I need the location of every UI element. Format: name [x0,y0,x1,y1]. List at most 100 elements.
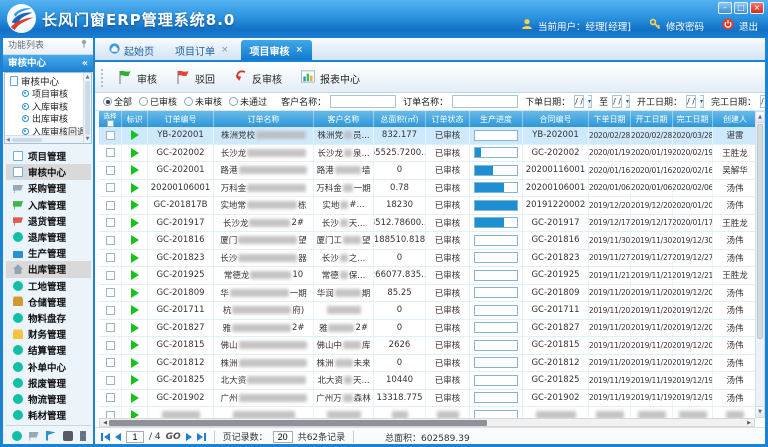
sidebar-item-project-mgmt[interactable]: 项目管理 [6,148,91,164]
sidebar-item-finance-mgmt[interactable]: 财务管理 [6,326,91,342]
minimize-button[interactable]: – [718,2,732,14]
row-checkbox[interactable] [106,166,115,175]
unaudit-button[interactable]: 反审核 [231,67,288,89]
tree-hscroll-thumb[interactable] [12,138,42,142]
pin-icon[interactable] [80,39,88,54]
row-checkbox[interactable] [106,306,115,315]
hscroll-thumb[interactable] [109,420,487,426]
row-checkbox[interactable] [106,201,115,210]
tab-project-audit[interactable]: 项目审核× [241,40,313,60]
radio-已审核[interactable]: 已审核 [139,95,177,108]
report-center-button[interactable]: 报表中心 [298,67,366,89]
scroll-down-icon[interactable]: ▼ [86,136,90,142]
row-checkbox[interactable] [106,148,115,157]
tree-item-项目审核[interactable]: 项目审核 [5,88,91,101]
table-row[interactable]: GC-202001路港路港墙0已审核202001160012020/01/162… [99,162,755,180]
scroll-right-icon[interactable]: ▶ [745,420,753,426]
row-checkbox[interactable] [106,253,115,262]
audit-button[interactable]: 审核 [115,67,163,90]
row-checkbox[interactable] [106,236,115,245]
sidebar-item-settlement-mgmt[interactable]: 结算管理 [6,342,91,358]
sidebar-item-material-stock[interactable]: 物料盘存 [6,310,91,326]
next-page-button[interactable] [186,433,192,441]
close-button[interactable]: × [750,2,764,14]
row-checkbox[interactable] [106,288,115,297]
order-name-input[interactable] [452,95,518,108]
sidebar-item-scrap-mgmt[interactable]: 报废管理 [6,375,91,391]
column-header-生产进度[interactable]: 生产进度 [470,111,523,127]
sidebar-item-supplement-center[interactable]: 补单中心 [6,358,91,374]
tree-horizontal-scrollbar[interactable]: ◀ [5,135,83,143]
table-row[interactable]: GC-201827雅2#雅2#0已审核GC-2018272019/11/2020… [99,320,755,338]
row-checkbox[interactable] [106,376,115,385]
scroll-left-icon[interactable]: ◀ [101,420,109,426]
go-button[interactable]: GO [166,432,181,442]
table-row[interactable]: GC-201925常德龙10常德保...266077.835...已审核GC-2… [99,267,755,285]
sidebar-item-inbound-mgmt[interactable]: 入库管理 [6,197,91,213]
column-header-下单日期[interactable]: 下单日期 [589,111,631,127]
sidebar-item-audit-center[interactable]: 审核中心 [6,164,91,180]
column-header-完工日期[interactable]: 完工日期 [673,111,713,127]
order-date-to-dropdown-button[interactable]: ▾ [626,95,630,108]
column-header-订单状态[interactable]: 订单状态 [426,111,470,127]
column-header-总面积(㎡)[interactable]: 总面积(㎡) [374,111,426,127]
close-icon[interactable]: × [221,45,229,55]
row-checkbox[interactable] [106,393,115,402]
order-date-to-input[interactable]: / / [612,95,622,108]
sidebar-item-consumable-mgmt[interactable]: 耗材管理 [6,407,91,423]
scroll-left-icon[interactable]: ◀ [6,137,10,143]
tree-root-audit-center[interactable]: 审核中心 [5,75,91,88]
row-checkbox[interactable] [106,341,115,350]
sidebar-item-return-goods-mgmt[interactable]: 退货管理 [6,213,91,229]
customer-name-input[interactable] [330,95,396,108]
column-header-创建人[interactable]: 创建人 [713,111,758,127]
column-header-客户名称[interactable]: 客户名称 [314,111,374,127]
table-row[interactable]: YB-202001株洲党校株洲党员...832.177已审核YB-2020012… [99,127,755,145]
row-checkbox[interactable] [106,323,115,332]
row-checkbox[interactable] [106,358,115,367]
maximize-button[interactable]: □ [734,2,748,14]
sidebar-item-warehouse-mgmt[interactable]: 仓储管理 [6,294,91,310]
table-row[interactable]: GC-201809华一期华润期85.25已审核GC-2018092019/11/… [99,285,755,303]
sidebar-item-outbound-mgmt[interactable]: 出库管理 [6,261,91,277]
prev-page-button[interactable] [115,433,121,441]
table-row[interactable]: GC-201817B实地常栋实地#...18230已审核201912200022… [99,197,755,215]
radio-未审核[interactable]: 未审核 [184,95,222,108]
tree-item-入库审核[interactable]: 入库审核 [5,100,91,113]
start-date-input[interactable]: / / [686,95,696,108]
table-row[interactable]: GC-201815佛山佛山中库2626已审核GC-2018152019/11/2… [99,337,755,355]
order-date-input[interactable]: / / [574,95,584,108]
page-size-input[interactable] [273,431,293,443]
radio-全部[interactable]: 全部 [103,95,132,108]
sidebar-item-production-mgmt[interactable]: 生产管理 [6,245,91,261]
table-row[interactable]: GC-201711杭府)0已审核GC-2017112019/11/202019/… [99,302,755,320]
table-row[interactable]: 20200106001万科金万科金一期0.78已审核20200106001202… [99,180,755,198]
table-row[interactable]: GC-201825北大资北大资天...10440已审核GC-2018252019… [99,372,755,390]
row-checkbox[interactable] [106,218,115,227]
row-checkbox[interactable] [106,183,115,192]
sidebar-item-return-store-mgmt[interactable]: 退库管理 [6,229,91,245]
order-date-dropdown-button[interactable]: ▾ [588,95,592,108]
reject-button[interactable]: 驳回 [173,67,221,90]
column-header-合同编号[interactable]: 合同编号 [523,111,589,127]
logout-button[interactable]: 退出 [739,19,758,33]
page-number-input[interactable] [126,431,144,443]
radio-icon[interactable] [229,97,238,106]
column-header-订单编号[interactable]: 订单编号 [148,111,214,127]
table-row[interactable]: GC-201917长沙龙2#长沙天...8512.78600...已审核GC-2… [99,215,755,233]
table-row[interactable]: GC-201902广州广州万森林13318.775已审核GC-201902201… [99,390,755,408]
table-horizontal-scrollbar[interactable]: ◀ ▶ [99,418,755,427]
last-page-button[interactable] [197,433,206,441]
column-header-选择[interactable]: 选择 [99,111,122,127]
finish-date-input[interactable]: / / [760,95,765,108]
sidebar-item-purchase-mgmt[interactable]: 采购管理 [6,180,91,196]
select-all-checkbox[interactable] [107,120,114,127]
sidebar-item-logistics-mgmt[interactable]: 物流管理 [6,391,91,407]
scroll-up-icon[interactable]: ▲ [756,112,764,123]
sidebar-item-site-mgmt[interactable]: 工地管理 [6,278,91,294]
tab-start-page[interactable]: 起始页 [100,40,163,60]
column-header-订单名称[interactable]: 订单名称 [214,111,314,127]
table-vertical-scrollbar[interactable]: ▲ ▼ [755,111,765,418]
row-checkbox[interactable] [106,271,115,280]
table-row[interactable]: GC-202002长沙龙长沙龙泉...65525.7200...已审核GC-20… [99,145,755,163]
